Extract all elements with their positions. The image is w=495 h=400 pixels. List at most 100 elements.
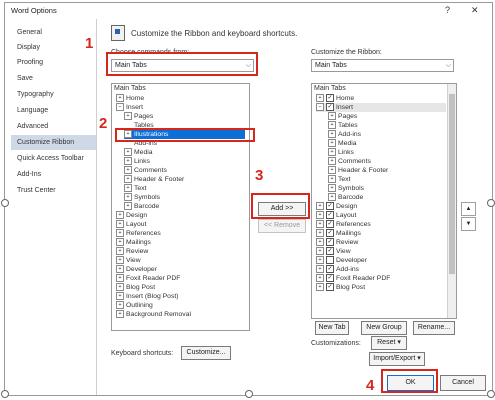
- scrollbar-thumb[interactable]: [449, 94, 455, 274]
- command-item-pages[interactable]: + Pages: [124, 112, 245, 121]
- collapse-icon[interactable]: −: [316, 103, 324, 112]
- reset-button[interactable]: Reset ▾: [371, 336, 407, 350]
- ribbon-item-add-ins[interactable]: + Add-ins: [328, 130, 361, 139]
- command-item-text[interactable]: + Text: [124, 184, 245, 193]
- expand-icon[interactable]: +: [328, 139, 336, 148]
- expand-icon[interactable]: +: [124, 157, 132, 166]
- expand-icon[interactable]: +: [316, 265, 324, 274]
- expand-icon[interactable]: +: [116, 256, 124, 265]
- checkbox[interactable]: ✓: [326, 211, 334, 220]
- sidebar-item-display[interactable]: Display: [17, 40, 40, 55]
- sidebar-item-save[interactable]: Save: [17, 71, 33, 86]
- resize-handle-left[interactable]: [1, 199, 9, 207]
- resize-handle-bottom[interactable]: [245, 390, 253, 398]
- ribbon-item-insert[interactable]: − ✓ Insert: [316, 103, 446, 112]
- ribbon-item-design[interactable]: + ✓ Design: [316, 202, 357, 211]
- expand-icon[interactable]: +: [116, 274, 124, 283]
- command-item-insert[interactable]: − Insert: [116, 103, 245, 112]
- checkbox[interactable]: ✓: [326, 229, 334, 238]
- expand-icon[interactable]: +: [116, 301, 124, 310]
- ribbon-item-barcode[interactable]: + Barcode: [328, 193, 363, 202]
- checkbox[interactable]: ✓: [326, 94, 334, 103]
- help-button[interactable]: ?: [445, 5, 450, 15]
- command-item-outlining[interactable]: + Outlining: [116, 301, 245, 310]
- command-item-barcode[interactable]: + Barcode: [124, 202, 245, 211]
- resize-handle-right[interactable]: [487, 199, 495, 207]
- expand-icon[interactable]: +: [328, 193, 336, 202]
- expand-icon[interactable]: +: [124, 175, 132, 184]
- command-item-comments[interactable]: + Comments: [124, 166, 245, 175]
- checkbox[interactable]: ✓: [326, 238, 334, 247]
- sidebar-item-advanced[interactable]: Advanced: [17, 119, 48, 134]
- expand-icon[interactable]: +: [316, 274, 324, 283]
- ribbon-item-mailings[interactable]: + ✓ Mailings: [316, 229, 361, 238]
- ribbon-item-add-ins[interactable]: + ✓ Add-ins: [316, 265, 359, 274]
- ribbon-item-home[interactable]: + ✓ Home: [316, 94, 354, 103]
- ribbon-item-developer[interactable]: + Developer: [316, 256, 367, 265]
- rename-button[interactable]: Rename...: [413, 321, 455, 335]
- move-down-button[interactable]: ▼: [461, 217, 476, 231]
- checkbox[interactable]: [326, 256, 334, 265]
- commands-list[interactable]: Main Tabs + Home − Insert + Pages Tables + Illus…: [111, 83, 250, 331]
- new-tab-button[interactable]: New Tab: [315, 321, 349, 335]
- expand-icon[interactable]: +: [116, 220, 124, 229]
- sidebar-item-proofing[interactable]: Proofing: [17, 55, 43, 70]
- expand-icon[interactable]: +: [316, 283, 324, 292]
- sidebar-item-customize-ribbon[interactable]: Customize Ribbon: [11, 135, 96, 150]
- checkbox[interactable]: ✓: [326, 220, 334, 229]
- sidebar-item-quick-access-toolbar[interactable]: Quick Access Toolbar: [17, 151, 84, 166]
- expand-icon[interactable]: +: [316, 94, 324, 103]
- ribbon-item-tables[interactable]: + Tables: [328, 121, 358, 130]
- expand-icon[interactable]: +: [316, 211, 324, 220]
- command-item-media[interactable]: + Media: [124, 148, 245, 157]
- expand-icon[interactable]: +: [328, 166, 336, 175]
- expand-icon[interactable]: +: [328, 175, 336, 184]
- expand-icon[interactable]: +: [116, 292, 124, 301]
- expand-icon[interactable]: +: [316, 229, 324, 238]
- move-up-button[interactable]: ▲: [461, 202, 476, 216]
- expand-icon[interactable]: +: [124, 184, 132, 193]
- command-item-header-footer[interactable]: + Header & Footer: [124, 175, 245, 184]
- ribbon-item-view[interactable]: + ✓ View: [316, 247, 351, 256]
- expand-icon[interactable]: +: [316, 202, 324, 211]
- expand-icon[interactable]: +: [116, 265, 124, 274]
- ribbon-item-text[interactable]: + Text: [328, 175, 350, 184]
- command-item-view[interactable]: + View: [116, 256, 245, 265]
- ribbon-item-links[interactable]: + Links: [328, 148, 354, 157]
- ribbon-item-pages[interactable]: + Pages: [328, 112, 357, 121]
- command-item-blog-post[interactable]: + Blog Post: [116, 283, 245, 292]
- customize-ribbon-dropdown[interactable]: Main Tabs ⌵: [311, 59, 454, 72]
- ribbon-item-header-footer[interactable]: + Header & Footer: [328, 166, 388, 175]
- checkbox[interactable]: ✓: [326, 202, 334, 211]
- expand-icon[interactable]: +: [328, 184, 336, 193]
- command-item-review[interactable]: + Review: [116, 247, 245, 256]
- expand-icon[interactable]: +: [124, 202, 132, 211]
- import-export-button[interactable]: Import/Export ▾: [369, 352, 425, 366]
- sidebar-item-typography[interactable]: Typography: [17, 87, 54, 102]
- ribbon-item-media[interactable]: + Media: [328, 139, 357, 148]
- expand-icon[interactable]: +: [116, 211, 124, 220]
- expand-icon[interactable]: +: [124, 148, 132, 157]
- expand-icon[interactable]: +: [316, 220, 324, 229]
- command-item-layout[interactable]: + Layout: [116, 220, 245, 229]
- ribbon-item-references[interactable]: + ✓ References: [316, 220, 371, 229]
- sidebar-item-trust-center[interactable]: Trust Center: [17, 183, 56, 198]
- expand-icon[interactable]: +: [328, 157, 336, 166]
- expand-icon[interactable]: +: [328, 130, 336, 139]
- command-item-developer[interactable]: + Developer: [116, 265, 245, 274]
- ribbon-tabs-list[interactable]: Main Tabs + ✓ Home − ✓ Insert + Pages + Tables + Ad…: [311, 83, 457, 319]
- resize-handle-bottom-left[interactable]: [1, 390, 9, 398]
- ribbon-item-symbols[interactable]: + Symbols: [328, 184, 364, 193]
- command-item-background-removal[interactable]: + Background Removal: [116, 310, 245, 319]
- expand-icon[interactable]: +: [124, 166, 132, 175]
- checkbox[interactable]: ✓: [326, 247, 334, 256]
- command-item-references[interactable]: + References: [116, 229, 245, 238]
- expand-icon[interactable]: +: [316, 238, 324, 247]
- sidebar-item-general[interactable]: General: [17, 25, 42, 40]
- new-group-button[interactable]: New Group: [361, 321, 407, 335]
- command-item-symbols[interactable]: + Symbols: [124, 193, 245, 202]
- command-item-design[interactable]: + Design: [116, 211, 245, 220]
- expand-icon[interactable]: +: [116, 310, 124, 319]
- sidebar-item-add-ins[interactable]: Add-Ins: [17, 167, 41, 182]
- command-item-links[interactable]: + Links: [124, 157, 245, 166]
